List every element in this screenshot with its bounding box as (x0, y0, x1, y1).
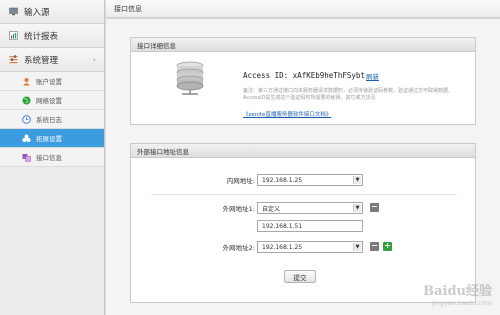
chevron-down-icon: ▼ (353, 243, 361, 251)
sidebar-item-label: 统计报表 (24, 31, 59, 42)
external-address-1-select[interactable]: 自定义 ▼ (257, 202, 363, 214)
page-header: 接口信息 (106, 0, 500, 18)
internal-address-value: 192.168.1.25 (262, 176, 303, 184)
plus-icon: + (384, 241, 391, 250)
sidebar-item-reports[interactable]: 统计报表 (0, 24, 104, 48)
clock-icon (22, 114, 31, 124)
sidebar-item-label: 系统管理 (24, 55, 59, 66)
page-title: 接口信息 (114, 4, 142, 13)
sidebar-item-interface-info[interactable]: 接口信息 (0, 148, 104, 167)
panel-title: 接口详细信息 (131, 38, 475, 52)
chevron-down-icon: ▼ (353, 204, 361, 212)
divider (151, 194, 457, 195)
sidebar-item-system-management[interactable]: 系统管理 › (0, 48, 104, 72)
sidebar-item-label: 网络设置 (36, 97, 62, 105)
remove-address-2-button[interactable]: − (370, 242, 379, 251)
remove-address-1-button[interactable]: − (370, 203, 379, 212)
globe-icon (22, 96, 31, 105)
external-address-1-custom-input[interactable]: 192.168.1.51 (257, 220, 363, 232)
extension-icon (22, 134, 31, 143)
settings-icon (9, 55, 18, 64)
sidebar-item-system-log[interactable]: 系统日志 (0, 110, 104, 129)
interface-icon (22, 153, 31, 162)
sidebar-item-label: 接口信息 (36, 154, 62, 162)
refresh-link[interactable]: 刷新 (366, 71, 379, 81)
api-doc-link[interactable]: 《zenite直播服务器软件接口文档》 (243, 110, 331, 118)
external-address-1-custom-value: 192.168.1.51 (262, 222, 303, 230)
add-address-button[interactable]: + (383, 242, 392, 251)
minus-icon: − (371, 202, 378, 211)
main-content: 接口详细信息 Access ID: xAfKEb9heThFSybt 刷新 备注… (106, 19, 500, 315)
external-address-2-label: 外网地址2: (222, 244, 255, 252)
panel-title: 外部接口地址信息 (131, 144, 475, 158)
chevron-right-icon: › (92, 55, 96, 64)
sidebar-item-input-source[interactable]: 输入源 (0, 0, 104, 24)
baidu-jingyan-watermark: Baidu经验 jingyan.baidu.com (423, 280, 492, 307)
watermark-logo-text: Baidu经验 (423, 284, 492, 299)
internal-address-label: 内网地址: (226, 177, 255, 185)
internal-address-select[interactable]: 192.168.1.25 ▼ (257, 174, 363, 186)
interface-detail-panel: 接口详细信息 Access ID: xAfKEb9heThFSybt 刷新 备注… (130, 37, 476, 125)
sidebar-item-extension-settings[interactable]: 拓展设置 (0, 129, 104, 148)
chevron-down-icon: ▼ (353, 176, 361, 184)
watermark-url: jingyan.baidu.com (432, 299, 492, 307)
external-address-panel: 外部接口地址信息 内网地址: 192.168.1.25 ▼ 外网地址1: 自定义… (130, 143, 476, 303)
access-id-note: 备注：第三方通过接口向本服务器请求数据时，必须传递验证码参数，验证通过方可取得数… (243, 88, 454, 101)
minus-icon: − (371, 241, 378, 250)
sidebar: 输入源 统计报表 系统管理 › 账户设置 网络设置 系统日志 拓展设置 接口信息 (0, 0, 105, 315)
access-id-value: xAfKEb9heThFSybt (292, 71, 365, 80)
sidebar-item-label: 系统日志 (36, 116, 62, 124)
external-address-1-value: 自定义 (262, 205, 281, 213)
external-address-2-select[interactable]: 192.168.1.25 ▼ (257, 241, 363, 253)
external-address-2-value: 192.168.1.25 (262, 243, 303, 251)
sidebar-item-account-settings[interactable]: 账户设置 (0, 72, 104, 91)
sidebar-item-label: 拓展设置 (36, 135, 62, 143)
submit-button[interactable]: 提交 (284, 270, 316, 283)
sidebar-item-network-settings[interactable]: 网络设置 (0, 91, 104, 110)
access-id: Access ID: xAfKEb9heThFSybt (243, 71, 365, 80)
external-address-1-label: 外网地址1: (222, 205, 255, 213)
monitor-icon (9, 7, 18, 16)
access-id-label: Access ID: (243, 71, 289, 80)
sidebar-item-label: 账户设置 (36, 78, 62, 86)
server-database-icon (176, 61, 204, 95)
sidebar-item-label: 输入源 (24, 7, 50, 18)
user-icon (22, 77, 31, 86)
report-icon (9, 31, 18, 40)
